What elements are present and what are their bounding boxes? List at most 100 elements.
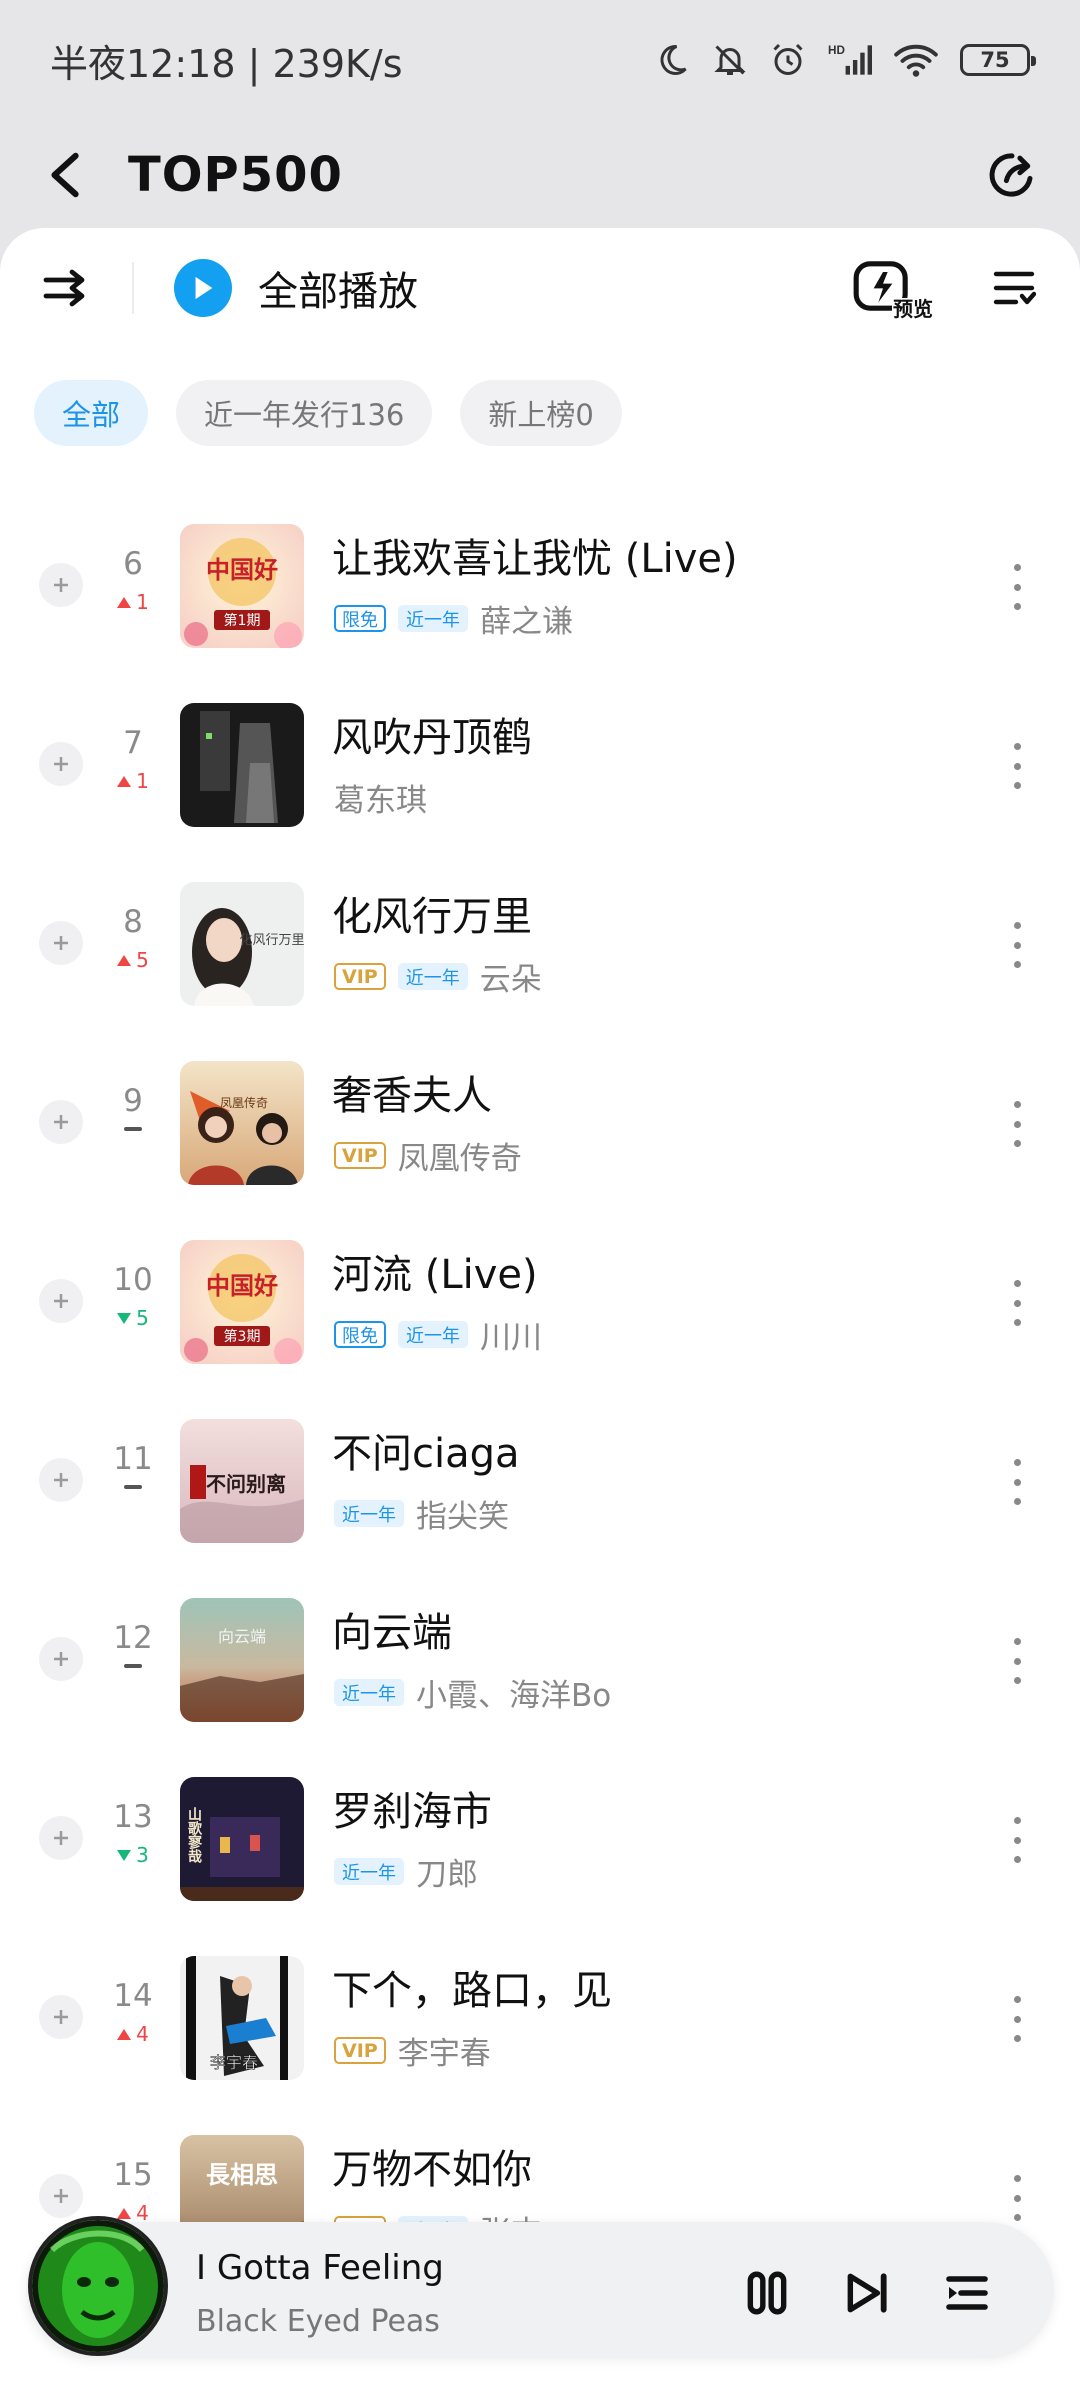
song-meta: VIP 凤凰传奇 <box>334 1133 522 1178</box>
song-row[interactable]: 7 1 风吹丹顶鹤 葛东琪 <box>0 697 1080 867</box>
song-row[interactable]: 6 1 中国好 第1期 让我欢喜让我忧 (Live) 限免 近一年 薛之谦 <box>0 518 1080 688</box>
cover-caption: 長相思 <box>206 2160 278 2189</box>
cover-caption: 化风行万里 <box>239 933 304 948</box>
plus-icon <box>54 757 68 771</box>
add-to-playlist-button[interactable] <box>39 742 83 786</box>
song-title: 不问ciaga <box>332 1431 520 1477</box>
list-manage-icon <box>993 271 1036 305</box>
pause-icon <box>747 2271 787 2315</box>
playlist-queue-button[interactable] <box>938 2264 996 2322</box>
vip-badge: VIP <box>334 1142 386 1169</box>
rank-number: 15 <box>113 2157 153 2193</box>
rank-number: 7 <box>123 725 143 761</box>
filter-chip-all[interactable]: 全部 <box>34 380 149 446</box>
rank-change <box>96 1664 170 1668</box>
song-row[interactable]: 9 凤凰传奇 奢香夫人 VIP 凤凰传奇 <box>0 1055 1080 1225</box>
pause-button[interactable] <box>738 2264 796 2322</box>
svg-text:中国好: 中国好 <box>206 1272 278 1300</box>
battery-indicator: 75 <box>960 44 1036 76</box>
artist-name: 刀郎 <box>416 1857 478 1893</box>
more-options-button[interactable] <box>1000 1632 1034 1690</box>
more-options-button[interactable] <box>1000 1811 1034 1869</box>
song-row[interactable]: 10 5 中国好 第3期 河流 (Live) 限免 近一年 川川 <box>0 1234 1080 1404</box>
rank-number: 6 <box>123 546 143 582</box>
cover-caption: 第3期 <box>224 1328 261 1345</box>
song-meta: VIP 李宇春 <box>334 2028 491 2073</box>
rank-unchanged-icon <box>124 1127 142 1131</box>
rank-change-value: 1 <box>136 769 149 793</box>
add-to-playlist-button[interactable] <box>39 2174 83 2218</box>
rank-change-value: 5 <box>136 1306 149 1330</box>
more-options-button[interactable] <box>1000 1095 1034 1153</box>
song-row[interactable]: 12 向云端 向云端 近一年 小霞、海洋Bo <box>0 1592 1080 1762</box>
song-row[interactable]: 13 3 山歌寥哉 罗刹海市 近一年 刀郎 <box>0 1771 1080 1941</box>
artist-name: 云朵 <box>479 962 542 998</box>
rank-change-value: 1 <box>136 590 149 614</box>
filter-chip-new[interactable]: 新上榜0 <box>460 380 622 446</box>
add-to-playlist-button[interactable] <box>39 1100 83 1144</box>
mini-player[interactable]: I Gotta Feeling Black Eyed Peas <box>26 2216 1054 2358</box>
play-all-button[interactable]: 全部播放 <box>174 259 852 317</box>
cover-caption: 凤凰传奇 <box>220 1095 268 1110</box>
now-playing-cover[interactable] <box>28 2216 168 2356</box>
more-options-button[interactable] <box>1000 916 1034 974</box>
add-to-playlist-button[interactable] <box>39 921 83 965</box>
rank-up-icon <box>117 2028 132 2040</box>
recent-badge: 近一年 <box>334 1679 404 1706</box>
add-to-playlist-button[interactable] <box>39 1279 83 1323</box>
album-cover: 李宇春 <box>180 1956 304 2080</box>
add-to-playlist-button[interactable] <box>39 563 83 607</box>
rank-change: 1 <box>96 590 170 614</box>
song-row[interactable]: 8 5 化风行万里 化风行万里 VIP 近一年 云朵 <box>0 876 1080 1046</box>
song-row[interactable]: 11 不问别离 不问ciaga 近一年 指尖笑 <box>0 1413 1080 1583</box>
share-button[interactable] <box>980 143 1044 207</box>
play-order-button[interactable] <box>40 262 92 314</box>
rank-number: 12 <box>113 1620 153 1656</box>
queue-icon <box>946 2276 988 2310</box>
add-to-playlist-button[interactable] <box>39 1637 83 1681</box>
more-options-button[interactable] <box>1000 737 1034 795</box>
add-to-playlist-button[interactable] <box>39 1816 83 1860</box>
rank-unchanged-icon <box>124 1485 142 1489</box>
album-cover: 凤凰传奇 <box>180 1061 304 1185</box>
back-button[interactable] <box>36 145 96 205</box>
artist-name: 薛之谦 <box>480 604 573 640</box>
album-cover: 中国好 第1期 <box>180 524 304 648</box>
album-cover: 山歌寥哉 <box>180 1777 304 1901</box>
more-options-button[interactable] <box>1000 2169 1034 2227</box>
vip-badge: VIP <box>334 963 386 990</box>
svg-text:HD: HD <box>828 44 845 57</box>
plus-icon <box>54 1831 68 1845</box>
share-icon <box>989 153 1033 197</box>
more-options-button[interactable] <box>1000 1274 1034 1332</box>
album-cover: 中国好第3期 <box>180 1240 304 1364</box>
play-all-icon <box>174 259 232 317</box>
add-to-playlist-button[interactable] <box>39 1458 83 1502</box>
more-options-button[interactable] <box>1000 558 1034 616</box>
rank-up-icon <box>117 775 132 787</box>
rank-change: 1 <box>96 769 170 793</box>
svg-text:中国好: 中国好 <box>206 556 278 584</box>
album-cover <box>180 703 304 827</box>
song-row[interactable]: 14 4 李宇春 下个，路口，见 VIP 李宇春 <box>0 1950 1080 2120</box>
album-cover: 向云端 <box>180 1598 304 1722</box>
preview-button[interactable]: 预览 <box>852 258 934 320</box>
song-title: 万物不如你 <box>332 2147 532 2193</box>
wifi-icon <box>894 44 938 77</box>
rank-change: 4 <box>96 2022 170 2046</box>
song-meta: 近一年 指尖笑 <box>334 1491 509 1536</box>
more-options-button[interactable] <box>1000 1453 1034 1511</box>
manage-list-button[interactable] <box>988 262 1040 314</box>
rank-number: 11 <box>113 1441 153 1477</box>
album-cover: 不问别离 <box>180 1419 304 1543</box>
more-options-button[interactable] <box>1000 1990 1034 2048</box>
now-playing-title: I Gotta Feeling <box>196 2248 444 2288</box>
rank-up-icon <box>117 596 132 608</box>
add-to-playlist-button[interactable] <box>39 1995 83 2039</box>
filter-chip-recent[interactable]: 近一年发行136 <box>176 380 433 446</box>
skip-next-icon <box>847 2273 887 2313</box>
next-track-button[interactable] <box>838 2264 896 2322</box>
recent-badge: 近一年 <box>398 605 468 632</box>
song-title: 风吹丹顶鹤 <box>332 715 532 761</box>
recent-badge: 近一年 <box>398 1321 468 1348</box>
